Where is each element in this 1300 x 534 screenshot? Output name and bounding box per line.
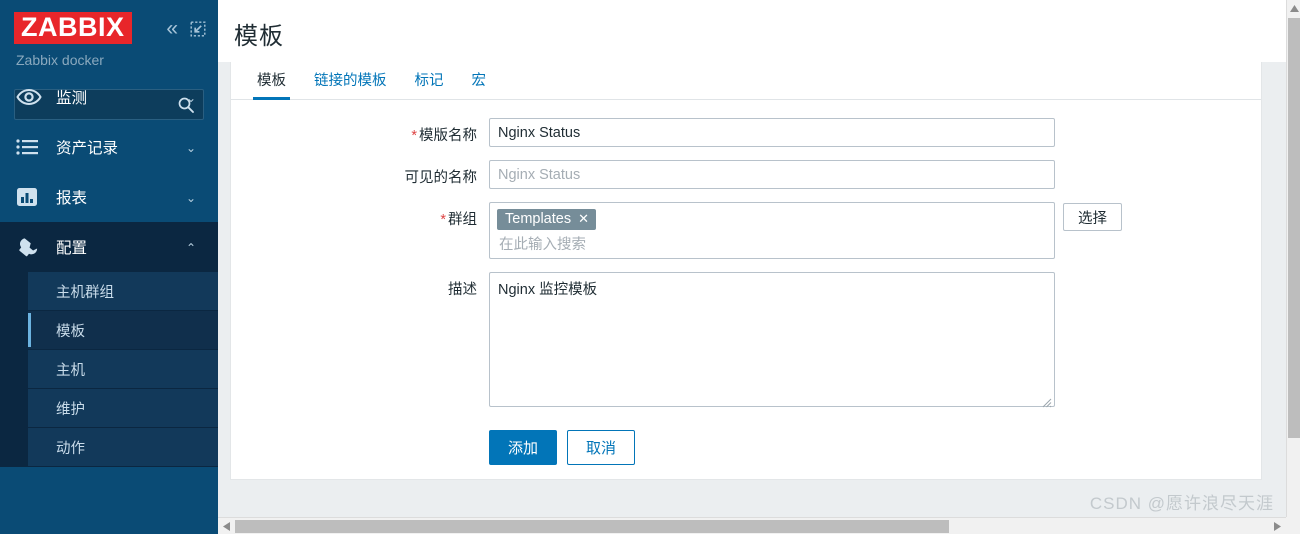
sidebar-item-reports[interactable]: 报表 ⌄ — [0, 172, 218, 222]
tab-macros[interactable]: 宏 — [458, 69, 501, 99]
sidebar-item-monitoring[interactable]: 监测 ⌄ — [0, 72, 218, 122]
select-group-button[interactable]: 选择 — [1063, 203, 1122, 231]
sidebar-item-configuration[interactable]: 配置 ⌃ — [0, 222, 218, 272]
template-form-card: 模板 链接的模板 标记 宏 * 模版名称 Nginx Status 可见的名称 … — [230, 62, 1262, 480]
page-title: 模板 — [234, 23, 284, 50]
visible-name-input[interactable] — [489, 160, 1055, 189]
form-actions: 添加 取消 — [231, 425, 1261, 465]
label-text: 可见的名称 — [404, 170, 478, 186]
caret-up-icon[interactable] — [1287, 0, 1300, 17]
horizontal-scrollbar[interactable] — [218, 517, 1286, 534]
close-icon[interactable]: ✕ — [578, 211, 589, 227]
description-textarea[interactable]: Nginx 监控模板 — [489, 272, 1055, 407]
template-form: *模版名称 可见的名称 *群组 Templat — [231, 100, 1261, 465]
chevron-up-icon[interactable]: ⌃ — [186, 241, 196, 255]
chevron-double-left-icon[interactable]: « — [166, 18, 178, 39]
zabbix-logo[interactable]: ZABBIX — [14, 12, 132, 45]
sidebar-item-label: 监测 — [56, 90, 88, 107]
cancel-button[interactable]: 取消 — [567, 430, 636, 465]
chevron-down-icon[interactable]: ⌄ — [186, 191, 196, 205]
page-titlebar: 模板 — [218, 0, 1286, 56]
sidebar-header: ZABBIX « Zabbix docker — [0, 0, 218, 120]
chevron-down-icon[interactable]: ⌄ — [186, 91, 196, 105]
sidebar-item-hosts[interactable]: 主机 — [28, 350, 218, 389]
sidebar-username: Zabbix docker — [16, 52, 104, 68]
label-text: 模版名称 — [419, 128, 477, 144]
chip-label: Templates — [505, 211, 572, 227]
sidebar-item-templates[interactable]: 模板 — [28, 311, 218, 350]
bar-chart-icon — [16, 185, 46, 209]
sidebar: ZABBIX « Zabbix docker 监测 ⌄ 资产记录 ⌄ 报表 ⌄ … — [0, 0, 218, 534]
vertical-scrollbar[interactable] — [1286, 0, 1300, 534]
sidebar-item-host-groups[interactable]: 主机群组 — [28, 272, 218, 311]
template-name-label: * 模版名称 — [231, 118, 489, 145]
visible-name-label: 可见的名称 — [231, 160, 489, 187]
group-chip[interactable]: Templates ✕ — [497, 209, 596, 230]
caret-left-icon[interactable] — [218, 518, 235, 534]
tab-label: 链接的模板 — [314, 73, 387, 89]
sidebar-item-inventory[interactable]: 资产记录 ⌄ — [0, 122, 218, 172]
sidebar-subitem-label: 主机 — [56, 362, 85, 379]
tab-label: 模板 — [257, 73, 286, 89]
sidebar-header-actions: « — [166, 18, 206, 39]
field-row-visible-name: 可见的名称 — [231, 160, 1261, 189]
field-row-description: 描述 Nginx 监控模板 — [231, 272, 1261, 412]
groups-multiselect[interactable]: Templates ✕ 在此输入搜索 — [489, 202, 1055, 259]
required-marker: * — [411, 128, 417, 144]
eye-icon — [16, 85, 46, 109]
sidebar-subitem-label: 模板 — [56, 323, 85, 340]
sidebar-item-label: 报表 — [56, 190, 88, 207]
form-tabs: 模板 链接的模板 标记 宏 — [231, 62, 1261, 100]
sidebar-submenu-configuration: 主机群组 模板 主机 维护 动作 — [0, 272, 218, 467]
sidebar-subitem-label: 主机群组 — [56, 284, 114, 301]
groups-search-placeholder[interactable]: 在此输入搜索 — [497, 230, 1047, 254]
caret-right-icon[interactable] — [1269, 518, 1286, 534]
sidebar-item-label: 配置 — [56, 240, 88, 257]
tab-label: 宏 — [471, 73, 487, 89]
horizontal-scrollbar-thumb[interactable] — [235, 520, 949, 533]
tab-linked-templates[interactable]: 链接的模板 — [300, 69, 401, 99]
groups-label: * 群组 — [231, 202, 489, 229]
content-body: 模板 链接的模板 标记 宏 * 模版名称 Nginx Status 可见的名称 … — [218, 62, 1286, 505]
label-text: 群组 — [448, 212, 477, 228]
tab-template[interactable]: 模板 — [243, 69, 300, 100]
sidebar-subitem-label: 维护 — [56, 401, 85, 418]
sidebar-item-actions[interactable]: 动作 — [28, 428, 218, 467]
sidebar-subitem-label: 动作 — [56, 440, 85, 457]
template-name-input[interactable] — [489, 118, 1055, 147]
vertical-scrollbar-thumb[interactable] — [1288, 18, 1300, 438]
description-label: 描述 — [231, 272, 489, 299]
chevron-down-icon[interactable]: ⌄ — [186, 141, 196, 155]
tab-tags[interactable]: 标记 — [401, 69, 458, 99]
sidebar-item-maintenance[interactable]: 维护 — [28, 389, 218, 428]
content-bottom-gutter — [218, 505, 1286, 517]
field-row-groups: * 群组 Templates ✕ 在此输入搜索 选择 — [231, 202, 1261, 259]
main-content: 模板 模板 链接的模板 标记 宏 * 模版名称 Nginx Status 可见的… — [218, 0, 1286, 505]
label-text: 描述 — [448, 282, 477, 298]
required-marker: * — [440, 212, 446, 228]
collapse-sidebar-icon[interactable] — [190, 21, 206, 37]
field-row-template-name: * 模版名称 — [231, 118, 1261, 147]
list-icon — [16, 135, 46, 159]
resize-grip-icon[interactable] — [1041, 395, 1052, 408]
wrench-icon — [16, 235, 46, 259]
sidebar-item-label: 资产记录 — [56, 140, 119, 157]
scrollbar-corner — [1286, 517, 1300, 534]
tab-label: 标记 — [414, 73, 444, 89]
add-button[interactable]: 添加 — [489, 430, 558, 465]
